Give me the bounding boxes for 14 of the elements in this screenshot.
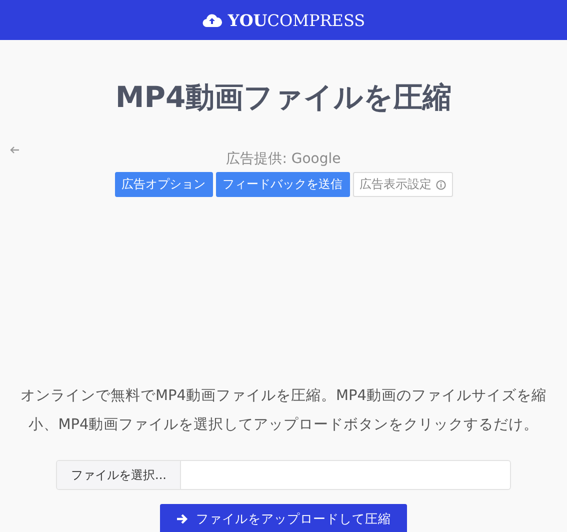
ad-button[interactable]: 広告表示設定 [352,172,452,197]
ad-provider-label: 広告提供: Google [226,150,341,168]
description-text: オンラインで無料でMP4動画ファイルを圧縮。MP4動画のファイルサイズを縮小、MP4動画ファイルを選択してアップロードボタンをクリックするだけ。 [20,387,548,435]
ad-button[interactable]: 広告オプション [114,172,212,197]
logo-text[interactable]: YOUCOMPRESS [228,10,366,30]
choose-file-button[interactable]: ファイルを選択... [57,461,182,489]
cloud-upload-icon [202,13,222,27]
upload-button[interactable]: ファイルをアップロードして圧縮 [160,504,407,532]
ad-button[interactable]: フィードバックを送信 [216,172,350,197]
back-arrow-icon[interactable] [10,146,20,154]
info-icon [436,180,446,190]
file-input[interactable]: ファイルを選択... [56,460,511,490]
page-title: MP4動画ファイルを圧縮 [114,79,453,116]
arrow-right-icon [176,513,188,525]
